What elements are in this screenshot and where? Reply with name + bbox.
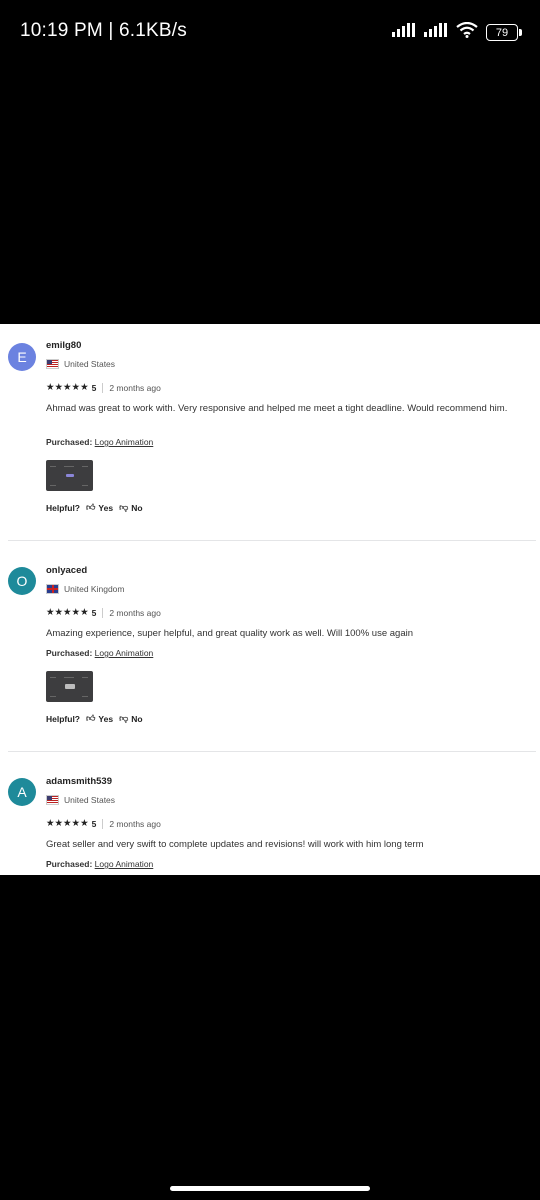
helpful-no-button[interactable]: 👎︎ No xyxy=(119,713,142,724)
divider xyxy=(8,751,536,752)
rating: ★★★★★ 5 2 months ago xyxy=(46,818,161,829)
review-date: 2 months ago xyxy=(109,382,161,393)
battery-level: 79 xyxy=(495,26,509,39)
purchased-info: Purchased: Logo Animation xyxy=(46,859,154,869)
reviewer-country: United States xyxy=(46,795,115,805)
reviewer-country: United States xyxy=(46,359,115,369)
reviewer-country: United Kingdom xyxy=(46,584,124,594)
purchased-info: Purchased: Logo Animation xyxy=(46,648,154,658)
status-icons: 79 xyxy=(392,21,522,43)
thumbs-down-icon: 👎︎ xyxy=(119,502,129,512)
review-text: Great seller and very swift to complete … xyxy=(46,839,424,850)
thumbs-down-icon: 👎︎ xyxy=(119,713,129,723)
signal-icon-2 xyxy=(424,23,448,42)
status-time: 10:19 PM | 6.1KB/s xyxy=(20,20,187,41)
helpful-row: Helpful? 👍︎ Yes 👎︎ No xyxy=(46,502,143,513)
avatar[interactable]: O xyxy=(8,567,36,595)
us-flag-icon xyxy=(46,359,59,369)
us-flag-icon xyxy=(46,795,59,805)
avatar[interactable]: E xyxy=(8,343,36,371)
purchased-info: Purchased: Logo Animation xyxy=(46,437,154,447)
review-text: Ahmad was great to work with. Very respo… xyxy=(46,403,508,414)
helpful-yes-button[interactable]: 👍︎ Yes xyxy=(86,502,113,513)
rating-value: 5 xyxy=(91,607,97,618)
rating-value: 5 xyxy=(91,382,97,393)
rating-value: 5 xyxy=(91,818,97,829)
review-date: 2 months ago xyxy=(109,818,161,829)
review-attachment-thumbnail[interactable] xyxy=(46,460,93,491)
review-text: Amazing experience, super helpful, and g… xyxy=(46,628,414,639)
wifi-icon xyxy=(456,21,478,43)
signal-icon xyxy=(392,23,416,42)
logo-mark-icon xyxy=(65,684,75,689)
home-indicator[interactable] xyxy=(170,1186,370,1191)
review-attachment-thumbnail[interactable] xyxy=(46,671,93,702)
purchased-link[interactable]: Logo Animation xyxy=(95,648,154,658)
purchased-link[interactable]: Logo Animation xyxy=(95,859,154,869)
star-rating-icon: ★★★★★ xyxy=(46,382,89,393)
purchased-link[interactable]: Logo Animation xyxy=(95,437,154,447)
uk-flag-icon xyxy=(46,584,59,594)
reviewer-username[interactable]: adamsmith539 xyxy=(46,776,112,787)
avatar[interactable]: A xyxy=(8,778,36,806)
rating: ★★★★★ 5 2 months ago xyxy=(46,382,161,393)
rating: ★★★★★ 5 2 months ago xyxy=(46,607,161,618)
reviewer-username[interactable]: onlyaced xyxy=(46,565,87,576)
helpful-yes-button[interactable]: 👍︎ Yes xyxy=(86,713,113,724)
helpful-row: Helpful? 👍︎ Yes 👎︎ No xyxy=(46,713,143,724)
logo-mark-icon xyxy=(66,474,74,477)
reviews-list: E emilg80 United States ★★★★★ 5 2 months… xyxy=(0,324,540,875)
status-bar: 10:19 PM | 6.1KB/s 79 xyxy=(0,0,540,66)
review-date: 2 months ago xyxy=(109,607,161,618)
star-rating-icon: ★★★★★ xyxy=(46,818,89,829)
helpful-no-button[interactable]: 👎︎ No xyxy=(119,502,142,513)
reviewer-username[interactable]: emilg80 xyxy=(46,340,81,351)
thumbs-up-icon: 👍︎ xyxy=(86,713,96,723)
battery-icon: 79 xyxy=(486,24,522,41)
divider xyxy=(8,540,536,541)
star-rating-icon: ★★★★★ xyxy=(46,607,89,618)
thumbs-up-icon: 👍︎ xyxy=(86,502,96,512)
